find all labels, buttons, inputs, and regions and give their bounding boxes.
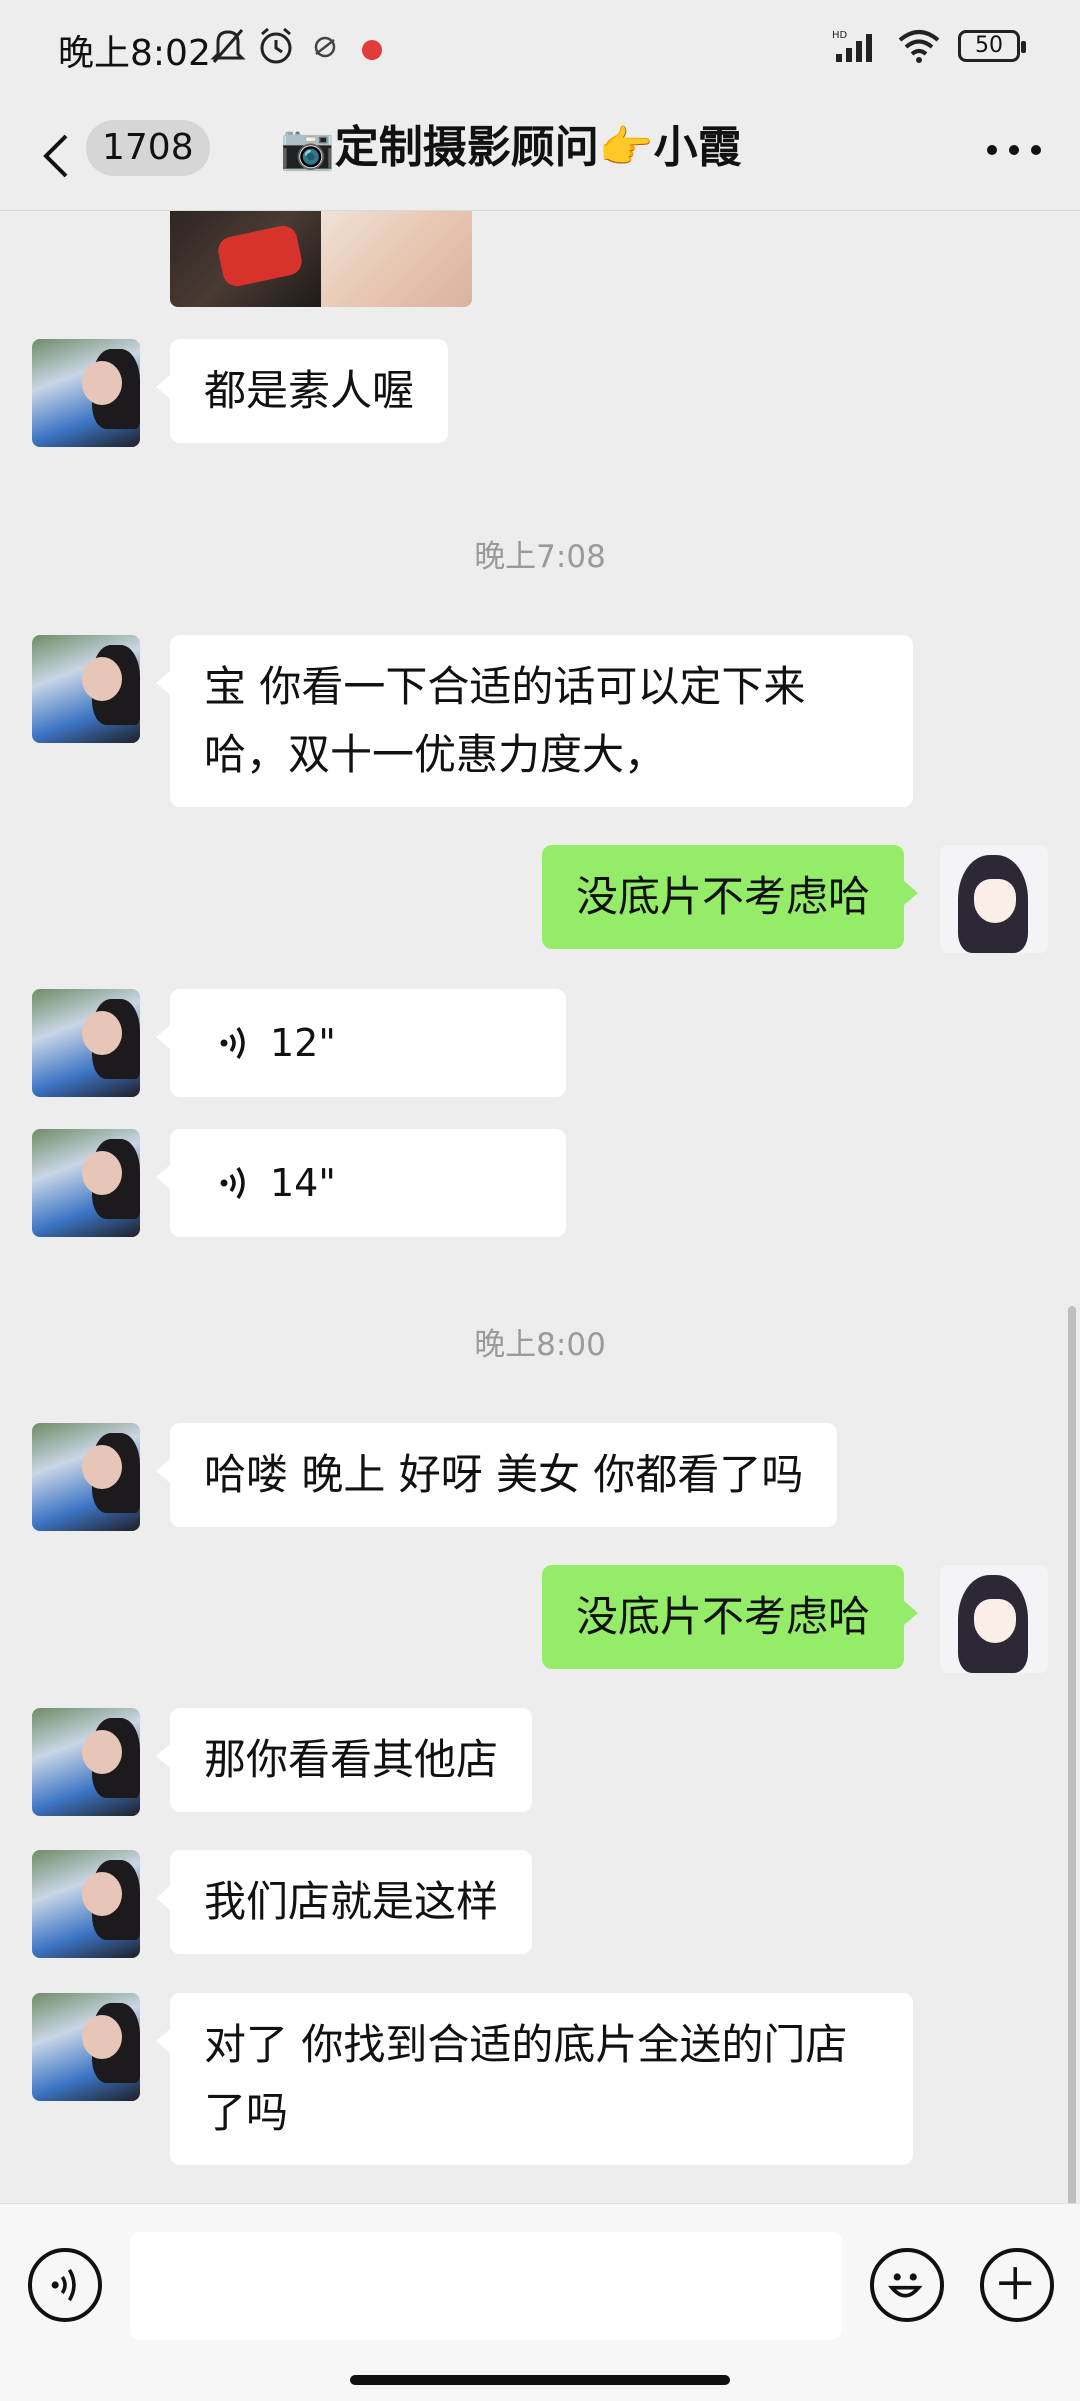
message-list[interactable]: 都是素人喔 晚上7:08 宝 你看一下合适的话可以定下来哈，双十一优惠力度大， … bbox=[0, 211, 1080, 2203]
contact-avatar[interactable] bbox=[32, 1708, 140, 1816]
chat-header: 1708 📷定制摄影顾问👉小霞 bbox=[0, 100, 1080, 211]
time-separator: 晚上7:08 bbox=[474, 539, 606, 575]
voice-message[interactable]: 14" bbox=[156, 1129, 566, 1237]
plus-icon[interactable] bbox=[980, 2248, 1054, 2322]
message-bubble[interactable]: 都是素人喔 bbox=[155, 339, 449, 443]
image-message[interactable] bbox=[170, 211, 472, 307]
scrollbar[interactable] bbox=[1068, 1306, 1076, 2203]
my-message-bubble[interactable]: 没底片不考虑哈 bbox=[541, 845, 919, 949]
more-dots-icon[interactable] bbox=[984, 140, 1044, 160]
emoji-icon[interactable] bbox=[870, 2248, 944, 2322]
my-avatar[interactable] bbox=[940, 1565, 1048, 1673]
svg-text:HD: HD bbox=[832, 30, 848, 41]
battery-icon: 50 bbox=[958, 30, 1026, 62]
status-time: 晚上8:02 bbox=[58, 33, 211, 74]
wifi-icon bbox=[898, 30, 940, 63]
back-chevron-icon[interactable] bbox=[36, 126, 76, 186]
unread-count-badge[interactable]: 1708 bbox=[86, 120, 210, 176]
image-thumbnail-phone[interactable] bbox=[170, 211, 321, 307]
message-bubble[interactable]: 哈喽 晚上 好呀 美女 你都看了吗 bbox=[155, 1423, 838, 1527]
contact-avatar[interactable] bbox=[32, 339, 140, 447]
contact-avatar[interactable] bbox=[32, 989, 140, 1097]
message-bubble[interactable]: 宝 你看一下合适的话可以定下来哈，双十一优惠力度大， bbox=[156, 635, 913, 807]
message-input[interactable] bbox=[130, 2232, 842, 2340]
voice-wave-icon bbox=[220, 1167, 245, 1199]
contact-avatar[interactable] bbox=[32, 1850, 140, 1958]
my-message-bubble[interactable]: 没底片不考虑哈 bbox=[541, 1565, 919, 1669]
contact-avatar[interactable] bbox=[32, 1423, 140, 1531]
contact-avatar[interactable] bbox=[32, 1129, 140, 1237]
mute-bell-icon bbox=[210, 29, 246, 63]
voice-wave-icon bbox=[220, 1027, 245, 1059]
contact-avatar[interactable] bbox=[32, 1993, 140, 2101]
alarm-icon bbox=[260, 27, 292, 64]
sync-icon bbox=[314, 36, 336, 58]
voice-input-icon[interactable] bbox=[28, 2248, 102, 2322]
hd-signal-icon: HD bbox=[832, 30, 872, 62]
voice-duration: 12" bbox=[270, 1021, 336, 1065]
voice-duration: 14" bbox=[270, 1161, 336, 1205]
my-avatar[interactable] bbox=[940, 845, 1048, 953]
message-bubble[interactable]: 对了 你找到合适的底片全送的门店了吗 bbox=[156, 1993, 913, 2165]
contact-avatar[interactable] bbox=[32, 635, 140, 743]
voice-message[interactable]: 12" bbox=[156, 989, 566, 1097]
message-bubble[interactable]: 那你看看其他店 bbox=[155, 1708, 533, 1812]
image-thumbnail-flowers[interactable] bbox=[321, 211, 472, 307]
record-dot-icon bbox=[362, 40, 382, 60]
chat-title: 📷定制摄影顾问👉小霞 bbox=[280, 122, 742, 173]
message-bubble[interactable]: 我们店就是这样 bbox=[155, 1850, 533, 1954]
input-bar bbox=[0, 2203, 1080, 2401]
home-indicator[interactable] bbox=[350, 2375, 730, 2385]
status-bar: 晚上8:02 HD 50 bbox=[0, 0, 1080, 100]
time-separator: 晚上8:00 bbox=[474, 1327, 606, 1363]
